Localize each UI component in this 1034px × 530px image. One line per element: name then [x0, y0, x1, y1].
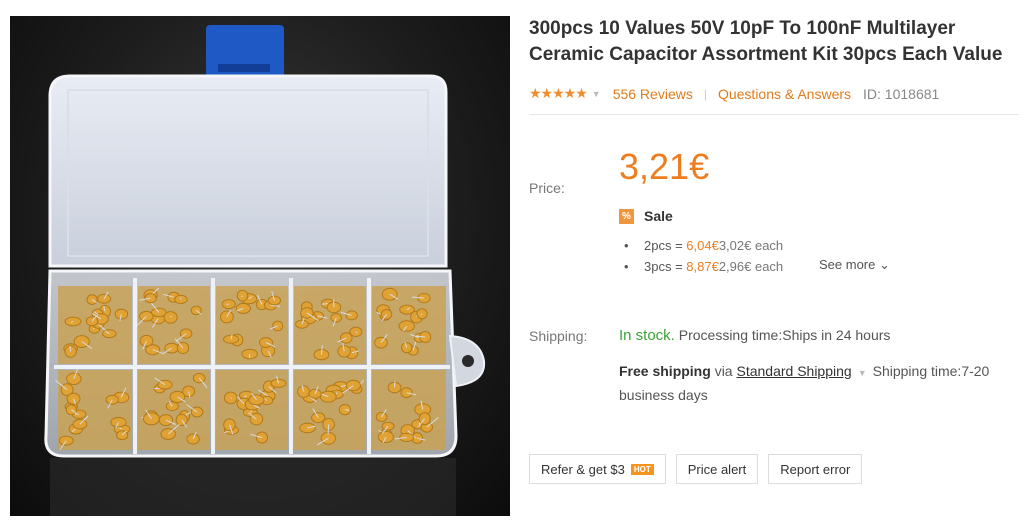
- shipping-method-link[interactable]: Standard Shipping: [736, 363, 851, 379]
- capacitor-icon: [85, 316, 99, 327]
- rating-row: ★★★★★ ▼ 556 Reviews | Questions & Answer…: [529, 81, 1019, 115]
- list-item: • 3pcs = 8,87€2,96€ each: [624, 259, 784, 274]
- chevron-down-icon[interactable]: ⌄: [875, 257, 890, 272]
- action-buttons: Refer & get $3 HOT Price alert Report er…: [529, 454, 872, 484]
- tier-total: 8,87€: [686, 259, 719, 274]
- tier-each: 3,02€ each: [718, 238, 784, 253]
- tier-qty: 3pcs =: [644, 259, 687, 274]
- price-value: 3,21€: [619, 146, 710, 187]
- percent-icon: %: [619, 208, 634, 224]
- capacitor-lead: [327, 424, 330, 435]
- report-error-button[interactable]: Report error: [768, 454, 863, 484]
- product-title: 300pcs 10 Values 50V 10pF To 100nF Multi…: [529, 18, 1003, 65]
- price-label: Price:: [529, 180, 565, 196]
- price-alert-button[interactable]: Price alert: [675, 454, 759, 484]
- tier-each: 2,96€ each: [718, 259, 784, 274]
- refer-button[interactable]: Refer & get $3 HOT: [529, 454, 666, 484]
- list-item: • 2pcs = 6,04€3,02€ each: [624, 238, 784, 253]
- shipping-label: Shipping:: [529, 328, 588, 344]
- free-shipping-info: Free shipping via Standard Shipping ▼ Ship…: [619, 360, 1019, 406]
- rating-dropdown-icon[interactable]: ▼: [592, 89, 601, 99]
- shipping-dropdown-icon[interactable]: ▼: [858, 368, 867, 378]
- questions-link[interactable]: Questions & Answers: [718, 86, 851, 102]
- divider: |: [703, 86, 707, 101]
- sale-badge: % Sale: [619, 208, 673, 224]
- see-more-label[interactable]: See more: [819, 257, 875, 272]
- capacitor-icon: [64, 345, 77, 358]
- tier-qty: 2pcs =: [644, 238, 687, 253]
- hot-badge: HOT: [630, 463, 654, 475]
- tier-total: 6,04€: [686, 238, 719, 253]
- capacitor-lead: [170, 315, 172, 318]
- product-info: 300pcs 10 Values 50V 10pF To 100nF Multi…: [529, 16, 1019, 484]
- tier-price-list: • 2pcs = 6,04€3,02€ each • 3pcs = 8,87€2,9…: [624, 235, 783, 277]
- product-image[interactable]: [10, 16, 510, 516]
- refer-label[interactable]: Refer & get $3: [541, 462, 625, 477]
- capacitor-icon: [163, 311, 178, 324]
- free-shipping-label: Free shipping: [619, 363, 711, 379]
- capacitor-icon: [400, 387, 413, 399]
- via-label: via: [714, 363, 733, 379]
- see-more-link[interactable]: See more ⌄: [819, 257, 890, 273]
- capacitor-icon: [175, 413, 188, 426]
- capacitor-box-illustration: [44, 25, 486, 516]
- capacitor-lead: [69, 346, 72, 352]
- sale-label: Sale: [644, 208, 673, 224]
- product-id: ID: 1018681: [863, 85, 940, 102]
- in-stock-label: In stock.: [619, 327, 675, 344]
- capacitor-lead: [179, 297, 182, 300]
- reviews-link[interactable]: 556 Reviews: [613, 86, 693, 102]
- rating-stars-icon[interactable]: ★★★★★: [529, 85, 588, 102]
- capacitor-icon: [338, 404, 352, 416]
- capacitor-icon: [299, 422, 316, 434]
- processing-time: Processing time:Ships in 24 hours: [678, 327, 891, 343]
- stock-status: In stock. Processing time:Ships in 24 ho…: [619, 327, 890, 344]
